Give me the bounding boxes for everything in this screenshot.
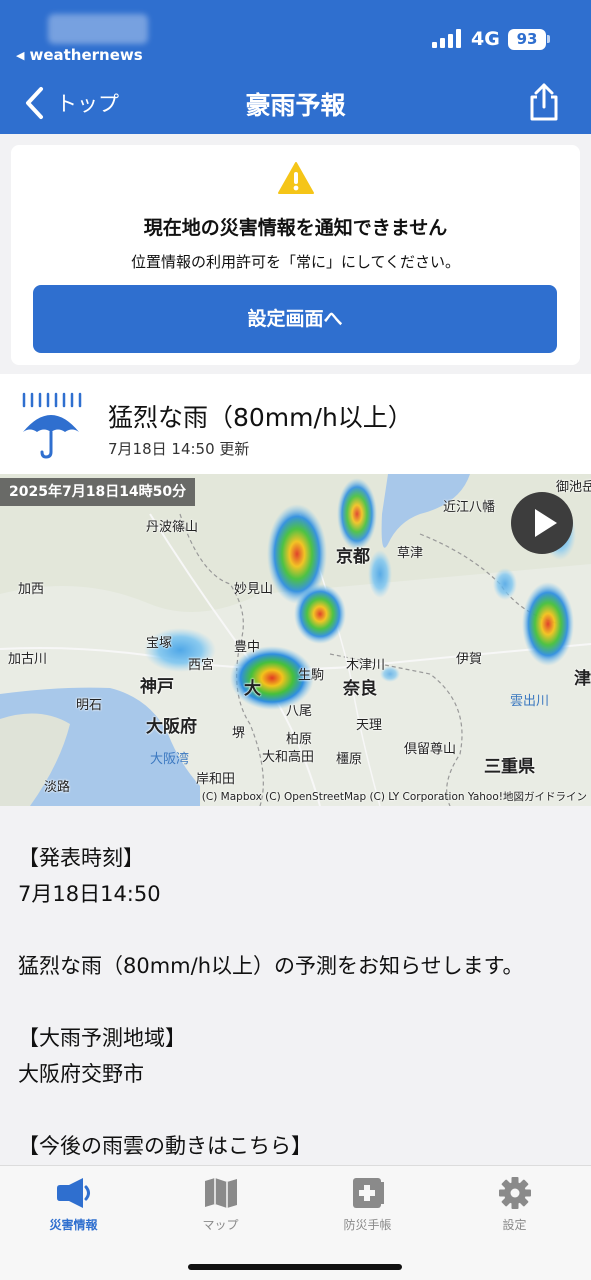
map-label: 草津 xyxy=(397,546,424,561)
location-alert-card: 現在地の災害情報を通知できません 位置情報の利用許可を「常に」にしてください。 … xyxy=(11,145,580,365)
map-label: 大阪府 xyxy=(146,717,197,737)
map-label: 伊賀 xyxy=(456,652,483,667)
area-value: 大阪府交野市 xyxy=(18,1062,144,1086)
signal-strength-icon xyxy=(432,28,461,48)
next-heading: 【今後の雨雲の動きはこちら】 xyxy=(18,1134,312,1158)
warning-icon xyxy=(278,162,314,194)
map-label: 堺 xyxy=(232,726,246,741)
umbrella-rain-icon xyxy=(22,392,82,459)
rain-info-header: 猛烈な雨（80mm/h以上） 7月18日 14:50 更新 xyxy=(0,374,591,474)
map-label: 加古川 xyxy=(8,652,48,667)
map-label: 御池岳 xyxy=(556,480,591,495)
map-label: 天理 xyxy=(356,718,383,733)
play-icon xyxy=(535,509,557,537)
chevron-left-icon xyxy=(26,87,43,119)
rain-radar-map[interactable]: 2025年7月18日14時50分 御池岳 近江八幡 丹波篠山 京都 草津 加西 … xyxy=(0,474,591,806)
rain-info-title: 猛烈な雨（80mm/h以上） xyxy=(108,403,413,432)
map-label: 淡路 xyxy=(44,780,71,795)
map-icon xyxy=(205,1178,237,1208)
back-app-label: weathernews xyxy=(29,46,143,64)
first-aid-book-icon xyxy=(353,1178,384,1208)
time-heading: 【発表時刻】 xyxy=(18,846,144,870)
map-label: 奈良 xyxy=(343,679,377,699)
map-credit: (C) Mapbox (C) OpenStreetMap (C) LY Corp… xyxy=(201,791,587,803)
map-label: 丹波篠山 xyxy=(146,520,199,535)
megaphone-icon xyxy=(57,1178,90,1208)
forecast-details: 【発表時刻】 7月18日14:50 猛烈な雨（80mm/h以上）の予測をお知らせ… xyxy=(18,840,573,1164)
share-button[interactable] xyxy=(526,82,562,122)
area-heading: 【大雨予測地域】 xyxy=(18,1026,186,1050)
radar-timestamp: 2025年7月18日14時50分 xyxy=(0,478,196,506)
map-label: 津 xyxy=(574,669,591,689)
alert-title: 現在地の災害情報を通知できません xyxy=(143,217,448,239)
map-label: 生駒 xyxy=(298,668,325,683)
network-type: 4G xyxy=(471,28,500,50)
app-header: ◀ weathernews 4G 93 トップ 豪雨予報 xyxy=(0,0,591,134)
map-label: 柏原 xyxy=(286,732,313,747)
back-to-app-link[interactable]: ◀ weathernews xyxy=(16,46,143,64)
tab-label: 防災手帳 xyxy=(343,1218,392,1232)
time-value: 7月18日14:50 xyxy=(18,882,161,906)
tab-label: 災害情報 xyxy=(49,1218,98,1232)
bottom-tab-bar: 災害情報 マップ 防災手帳 設定 xyxy=(0,1165,591,1280)
map-label: 妙見山 xyxy=(234,582,274,597)
map-label: 明石 xyxy=(76,698,103,713)
map-label: 八尾 xyxy=(286,704,313,719)
map-label: 神戸 xyxy=(140,677,174,697)
map-label: 西宮 xyxy=(188,658,215,673)
tab-disaster-handbook[interactable]: 防災手帳 xyxy=(294,1166,441,1236)
map-label: 大和高田 xyxy=(262,750,315,765)
tab-label: マップ xyxy=(202,1218,239,1232)
map-label: 加西 xyxy=(18,582,45,597)
home-indicator xyxy=(188,1264,402,1270)
map-label: 木津川 xyxy=(346,658,386,673)
share-icon xyxy=(530,83,558,121)
gear-icon xyxy=(499,1177,531,1209)
map-label: 大 xyxy=(244,679,261,699)
tab-map[interactable]: マップ xyxy=(147,1166,294,1236)
nav-back-label: トップ xyxy=(56,92,119,116)
map-label: 大阪湾 xyxy=(150,752,190,767)
map-label: 三重県 xyxy=(484,757,535,777)
nav-back-button[interactable]: トップ xyxy=(24,86,119,120)
play-animation-button[interactable] xyxy=(511,492,573,554)
status-time-blurred xyxy=(48,14,148,44)
tab-label: 設定 xyxy=(502,1218,527,1232)
map-label: 岸和田 xyxy=(196,772,236,787)
map-label: 宝塚 xyxy=(146,636,173,651)
alert-message: 位置情報の利用許可を「常に」にしてください。 xyxy=(130,253,461,271)
map-label: 近江八幡 xyxy=(443,500,496,515)
back-triangle-icon: ◀ xyxy=(16,48,25,62)
map-label: 京都 xyxy=(336,547,370,567)
battery-tip xyxy=(547,35,550,43)
battery-indicator: 93 xyxy=(508,29,546,50)
map-label: 倶留尊山 xyxy=(404,742,457,757)
map-label: 豊中 xyxy=(234,640,261,655)
map-label: 橿原 xyxy=(336,752,363,767)
tab-settings[interactable]: 設定 xyxy=(441,1166,588,1236)
open-settings-button[interactable]: 設定画面へ xyxy=(33,285,557,353)
updated-time: 7月18日 14:50 更新 xyxy=(108,440,250,458)
map-label: 雲出川 xyxy=(510,694,550,709)
tab-disaster-info[interactable]: 災害情報 xyxy=(0,1166,147,1236)
forecast-message: 猛烈な雨（80mm/h以上）の予測をお知らせします。 xyxy=(18,954,524,978)
